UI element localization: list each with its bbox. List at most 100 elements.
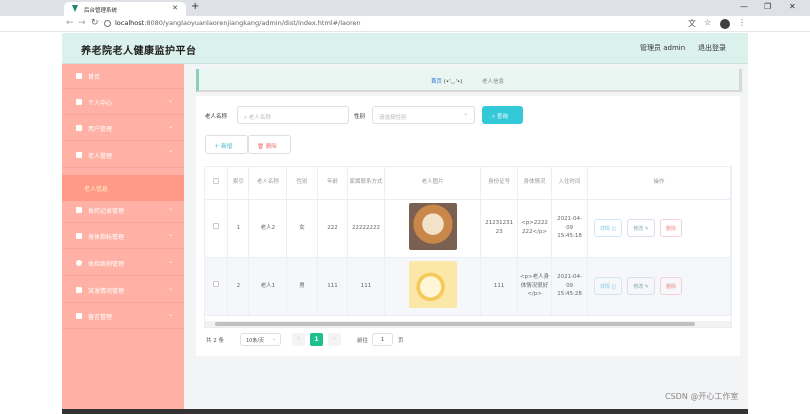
chevron-down-icon: ⌄ <box>168 258 174 265</box>
sidebar-item-profile[interactable]: 个人中心 ⌄ <box>62 90 184 115</box>
column-header: 老人图片 <box>384 167 482 200</box>
chevron-up-icon: ⌃ <box>168 150 174 157</box>
column-header: 年龄 <box>317 167 349 200</box>
column-header: 性别 <box>286 167 318 200</box>
sidebar-subitem-label: 老人信息 <box>84 186 109 193</box>
sidebar-item-label: 体检病例管理 <box>88 261 125 268</box>
cell-contact: 111 <box>347 257 385 316</box>
cell-name: 老人1 <box>248 257 288 316</box>
column-header: 身份证号 <box>480 167 518 200</box>
cell-name: 老人2 <box>248 199 288 258</box>
next-page-icon[interactable]: › <box>328 333 341 346</box>
cell-photo <box>384 257 482 316</box>
breadcrumb-current: 老人信息 <box>482 79 505 85</box>
chart-icon <box>76 233 82 239</box>
send-icon <box>76 287 82 293</box>
search-button[interactable]: ⌕ 查询 <box>482 106 523 124</box>
name-search-input[interactable]: ⌕ 老人名称 <box>237 106 349 124</box>
url-host: localhost <box>115 19 145 27</box>
cell-checkin: 2021-04-09 15:45:18 <box>551 199 588 258</box>
row-checkbox[interactable] <box>205 199 229 258</box>
row-delete-button[interactable]: 删除 <box>660 277 683 295</box>
menu-kebab-icon[interactable]: ⋮ <box>738 18 746 27</box>
new-tab-icon[interactable]: + <box>191 1 199 12</box>
current-page[interactable]: 1 <box>310 333 323 346</box>
horizontal-scrollbar[interactable] <box>205 321 731 327</box>
total-count: 共 2 条 <box>206 338 224 344</box>
forward-icon[interactable]: → <box>78 18 86 28</box>
trash-icon: 🗑 <box>257 144 266 150</box>
gender-select[interactable]: 请选择性别 ⌄ <box>372 106 475 124</box>
close-window-icon[interactable]: ✕ <box>789 2 796 11</box>
cell-id-card: 111 <box>480 257 518 316</box>
taskbar <box>62 409 748 414</box>
row-checkbox[interactable] <box>205 257 229 316</box>
info-icon[interactable] <box>104 19 111 27</box>
cell-actions: 详情 ◫ 修改 ✎ 删除 <box>587 257 731 316</box>
restore-icon[interactable]: ❐ <box>764 2 771 11</box>
chevron-down-icon: ⌄ <box>168 231 174 238</box>
back-icon[interactable]: ← <box>66 18 74 28</box>
sidebar-item-users[interactable]: 用户管理 ⌄ <box>62 116 184 141</box>
table-header-row: 索引 老人名称 性别 年龄 家属联系方式 老人图片 身份证号 身体情况 入住时间… <box>205 167 731 200</box>
sidebar-item-label: 老人管理 <box>88 153 113 160</box>
sidebar-item-label: 个人中心 <box>88 100 113 107</box>
chevron-down-icon: ⌄ <box>271 336 276 342</box>
edit-button[interactable]: 修改 ✎ <box>627 219 655 237</box>
sidebar-item-label: 身体指标管理 <box>88 234 125 241</box>
translate-icon[interactable]: 文 <box>688 18 696 29</box>
row-delete-button[interactable]: 删除 <box>660 219 683 237</box>
chevron-down-icon: ⌄ <box>168 123 174 130</box>
delete-button[interactable]: 🗑 删除 <box>248 135 291 154</box>
sidebar-item-home[interactable]: 首页 <box>62 64 184 89</box>
sidebar-item-food-medicine[interactable]: 食药记录管理 ⌄ <box>62 198 184 223</box>
cell-checkin: 2021-04-09 15:45:28 <box>551 257 588 316</box>
logout-link[interactable]: 退出登录 <box>698 43 726 53</box>
breadcrumb-home[interactable]: 首页 (•'◡'•) <box>431 77 462 85</box>
sidebar-item-messages[interactable]: 留言管理 ⌄ <box>62 304 184 329</box>
close-tab-icon[interactable]: ✕ <box>172 4 178 12</box>
edit-button[interactable]: 修改 ✎ <box>627 277 655 295</box>
page-size-select[interactable]: 10条/页 ⌄ <box>240 333 281 346</box>
select-all-checkbox[interactable] <box>205 167 229 200</box>
page-suffix: 页 <box>398 338 404 344</box>
sidebar-item-body-index[interactable]: 身体指标管理 ⌄ <box>62 224 184 249</box>
profile-avatar-icon[interactable] <box>720 19 730 29</box>
sidebar-item-label: 食药记录管理 <box>88 208 125 215</box>
user-icon <box>76 99 82 105</box>
sidebar-item-emergency[interactable]: 突发情况管理 ⌄ <box>62 278 184 303</box>
goto-label: 前往 <box>357 338 369 344</box>
folder-icon <box>76 125 82 131</box>
scrollbar-thumb[interactable] <box>215 322 695 326</box>
reload-icon[interactable]: ↻ <box>91 18 99 28</box>
sidebar-item-checkup[interactable]: 体检病例管理 ⌄ <box>62 251 184 276</box>
column-header: 家属联系方式 <box>347 167 385 200</box>
content-panel: 老人名称 ⌕ 老人名称 性别 请选择性别 ⌄ ⌕ 查询 ＋ 新增 🗑 删除 索引… <box>196 96 740 356</box>
cell-age: 222 <box>317 199 349 258</box>
goto-page-input[interactable]: 1 <box>372 333 393 346</box>
chevron-down-icon: ⌄ <box>168 97 174 104</box>
cell-contact: 22222222 <box>347 199 385 258</box>
add-button[interactable]: ＋ 新增 <box>205 135 248 154</box>
url-path: :8080/yanglaoyuanlaorenjiangkang/admin/d… <box>144 19 361 27</box>
column-header: 老人名称 <box>248 167 288 200</box>
minimize-icon[interactable]: — <box>740 2 748 11</box>
sidebar-item-elderly[interactable]: 老人管理 ⌃ <box>62 143 184 168</box>
url-field[interactable]: localhost:8080/yanglaoyuanlaorenjiangkan… <box>104 17 361 27</box>
prev-page-icon[interactable]: ‹ <box>292 333 305 346</box>
chevron-down-icon: ⌄ <box>168 205 174 212</box>
sidebar-item-label: 用户管理 <box>88 126 113 133</box>
cell-gender: 女 <box>286 199 318 258</box>
bookmark-star-icon[interactable]: ☆ <box>704 18 711 27</box>
admin-label: 管理员 admin <box>640 44 686 52</box>
cell-index: 2 <box>227 257 250 316</box>
sidebar-item-label: 首页 <box>88 74 101 81</box>
dog-photo-icon <box>408 202 457 250</box>
cell-age: 111 <box>317 257 349 316</box>
detail-button[interactable]: 详情 ◫ <box>593 277 623 295</box>
name-filter-label: 老人名称 <box>205 114 228 120</box>
cell-condition: <p>老人身体情况很好</p> <box>517 257 553 316</box>
sidebar: 首页 个人中心 ⌄ 用户管理 ⌄ 老人管理 ⌃ 老人信息 食药记录管理 ⌄ 身体… <box>62 64 184 414</box>
browser-tab[interactable]: 后台管理系统 ✕ <box>64 2 186 16</box>
detail-button[interactable]: 详情 ◫ <box>593 219 623 237</box>
